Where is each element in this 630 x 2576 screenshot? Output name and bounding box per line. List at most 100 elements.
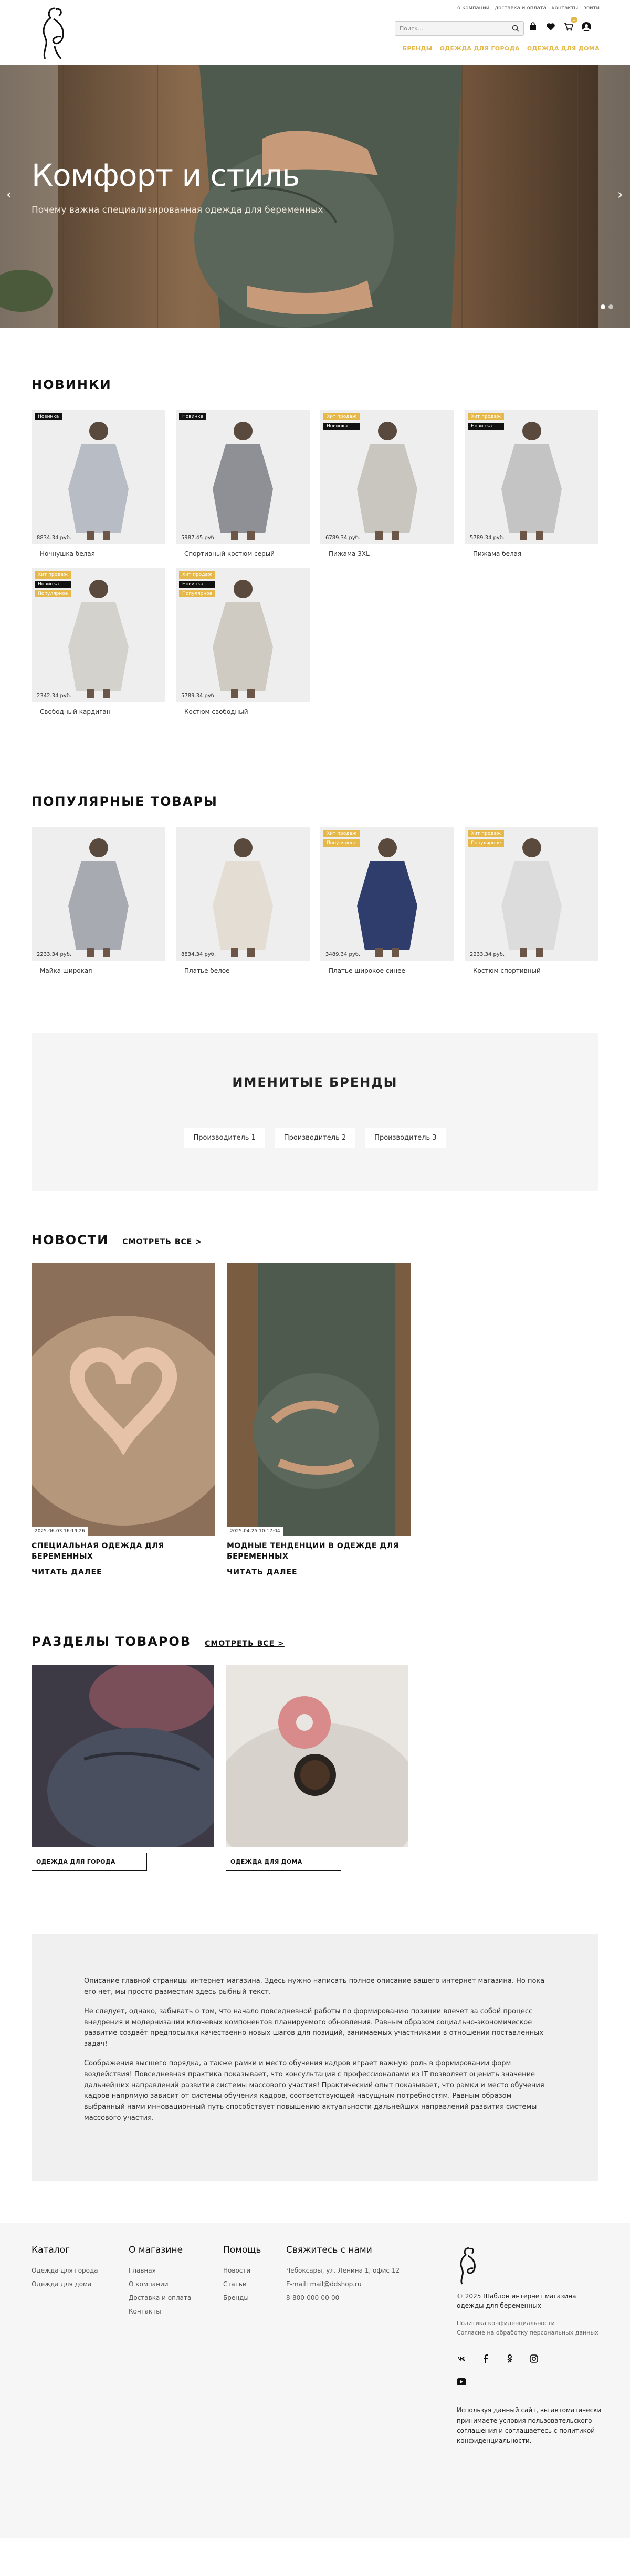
footer-link[interactable]: Доставка и оплата bbox=[129, 2294, 191, 2301]
product-price: 2342.34 руб. bbox=[37, 693, 72, 699]
footer-email[interactable]: E-mail: mail@ddshop.ru bbox=[286, 2280, 400, 2288]
product-card[interactable]: Хит продаж Популярное 2233.34 руб. Костюм… bbox=[465, 827, 598, 974]
category-card[interactable]: ОДЕЖДА ДЛЯ ДОМА bbox=[226, 1665, 408, 1871]
search-input[interactable]: Поиск... bbox=[395, 21, 524, 36]
footer-link[interactable]: Одежда для дома bbox=[32, 2280, 98, 2288]
odnoklassniki-icon[interactable] bbox=[505, 2354, 514, 2363]
product-name[interactable]: Пижама белая bbox=[465, 550, 598, 558]
nav-brands[interactable]: БРЕНДЫ bbox=[403, 45, 433, 52]
product-image[interactable]: 2233.34 руб. bbox=[32, 827, 165, 961]
user-icon[interactable] bbox=[581, 21, 592, 33]
product-image[interactable]: Хит продаж Популярное 3489.34 руб. bbox=[320, 827, 454, 961]
hero-title: Комфорт и стиль bbox=[32, 157, 300, 193]
nav-city-clothes[interactable]: ОДЕЖДА ДЛЯ ГОРОДА bbox=[440, 45, 520, 52]
heart-icon[interactable] bbox=[545, 21, 556, 33]
footer-col-title: Свяжитесь с нами bbox=[286, 2245, 372, 2256]
bag-icon[interactable] bbox=[527, 21, 539, 33]
product-image[interactable]: Хит продаж Новинка 5789.34 руб. bbox=[465, 410, 598, 544]
news-image[interactable]: 2025-04-25 10:17:04 bbox=[227, 1263, 411, 1536]
news-title[interactable]: МОДНЫЕ ТЕНДЕНЦИИ В ОДЕЖДЕ ДЛЯ БЕРЕМЕННЫХ bbox=[227, 1541, 411, 1562]
product-card[interactable]: Хит продаж Новинка Популярное 5789.34 руб.… bbox=[176, 568, 310, 716]
hero-dot-1[interactable] bbox=[601, 304, 605, 309]
product-image[interactable]: 8834.34 руб. bbox=[176, 827, 310, 961]
product-tag: Хит продаж bbox=[468, 413, 505, 420]
product-name[interactable]: Майка широкая bbox=[32, 967, 165, 974]
product-name[interactable]: Платье широкое синее bbox=[320, 967, 454, 974]
product-price: 5789.34 руб. bbox=[181, 693, 216, 699]
hero-dot-2[interactable] bbox=[608, 304, 613, 309]
toplink-about[interactable]: о компании bbox=[457, 5, 489, 11]
category-button[interactable]: ОДЕЖДА ДЛЯ ГОРОДА bbox=[32, 1853, 147, 1871]
facebook-icon[interactable] bbox=[481, 2354, 490, 2363]
product-tag: Популярное bbox=[468, 839, 505, 847]
news-card[interactable]: 2025-06-03 16:19:26 СПЕЦИАЛЬНАЯ ОДЕЖДА Д… bbox=[32, 1263, 215, 1576]
new-products-section: НОВИНКИ Новинка 8834.34 руб. Ночнушка бе… bbox=[32, 377, 598, 716]
toplink-delivery[interactable]: доставка и оплата bbox=[495, 5, 547, 11]
nav-home-clothes[interactable]: ОДЕЖДА ДЛЯ ДОМА bbox=[527, 45, 600, 52]
vk-icon[interactable] bbox=[457, 2354, 466, 2363]
footer-link[interactable]: Статьи bbox=[223, 2280, 261, 2288]
footer-link[interactable]: Новости bbox=[223, 2267, 261, 2274]
product-name[interactable]: Спортивный костюм серый bbox=[176, 550, 310, 558]
product-image[interactable]: Хит продаж Новинка 6789.34 руб. bbox=[320, 410, 454, 544]
footer-phone[interactable]: 8-800-000-00-00 bbox=[286, 2294, 400, 2301]
footer-link[interactable]: Одежда для города bbox=[32, 2267, 98, 2274]
hero-prev-icon[interactable]: ‹ bbox=[6, 187, 12, 203]
cart-icon[interactable]: 1 bbox=[563, 17, 578, 33]
categories-all-link[interactable]: СМОТРЕТЬ ВСЕ > bbox=[205, 1639, 285, 1648]
product-name[interactable]: Костюм свободный bbox=[176, 708, 310, 716]
product-name[interactable]: Свободный кардиган bbox=[32, 708, 165, 716]
footer-link[interactable]: Главная bbox=[129, 2267, 191, 2274]
footer-logo-icon[interactable] bbox=[457, 2245, 483, 2287]
search-icon[interactable] bbox=[512, 25, 519, 32]
brand-2[interactable]: Производитель 2 bbox=[274, 1128, 356, 1148]
brand-1[interactable]: Производитель 1 bbox=[184, 1128, 265, 1148]
product-image[interactable]: Хит продаж Популярное 2233.34 руб. bbox=[465, 827, 598, 961]
youtube-icon[interactable] bbox=[457, 2377, 466, 2386]
product-image[interactable]: Хит продаж Новинка Популярное 5789.34 руб. bbox=[176, 568, 310, 702]
category-card[interactable]: ОДЕЖДА ДЛЯ ГОРОДА bbox=[32, 1665, 214, 1871]
category-image[interactable] bbox=[32, 1665, 214, 1848]
product-name[interactable]: Ночнушка белая bbox=[32, 550, 165, 558]
news-title[interactable]: СПЕЦИАЛЬНАЯ ОДЕЖДА ДЛЯ БЕРЕМЕННЫХ bbox=[32, 1541, 215, 1562]
product-card[interactable]: 2233.34 руб. Майка широкая bbox=[32, 827, 165, 974]
product-name[interactable]: Платье белое bbox=[176, 967, 310, 974]
footer-link[interactable]: Контакты bbox=[129, 2308, 191, 2315]
toplink-contacts[interactable]: контакты bbox=[552, 5, 578, 11]
news-all-link[interactable]: СМОТРЕТЬ ВСЕ > bbox=[122, 1238, 202, 1246]
product-card[interactable]: 8834.34 руб. Платье белое bbox=[176, 827, 310, 974]
product-card[interactable]: Хит продаж Новинка 5789.34 руб. Пижама бе… bbox=[465, 410, 598, 558]
footer-link[interactable]: Бренды bbox=[223, 2294, 261, 2301]
logo-icon[interactable] bbox=[38, 4, 75, 62]
product-card[interactable]: Хит продаж Новинка 6789.34 руб. Пижама 3X… bbox=[320, 410, 454, 558]
hero-banner[interactable]: Комфорт и стиль Почему важна специализир… bbox=[0, 65, 630, 328]
news-read-more[interactable]: ЧИТАТЬ ДАЛЕЕ bbox=[227, 1568, 298, 1576]
product-card[interactable]: Новинка 5987.45 руб. Спортивный костюм с… bbox=[176, 410, 310, 558]
product-card[interactable]: Хит продаж Новинка Популярное 2342.34 руб.… bbox=[32, 568, 165, 716]
privacy-link[interactable]: Политика конфиденциальности bbox=[457, 2319, 604, 2328]
footer-link[interactable]: О компании bbox=[129, 2280, 191, 2288]
product-image[interactable]: Новинка 5987.45 руб. bbox=[176, 410, 310, 544]
product-photo bbox=[176, 410, 310, 544]
brand-3[interactable]: Производитель 3 bbox=[365, 1128, 446, 1148]
consent-link[interactable]: Согласие на обработку персональных данны… bbox=[457, 2328, 604, 2338]
product-name[interactable]: Пижама 3XL bbox=[320, 550, 454, 558]
product-name[interactable]: Костюм спортивный bbox=[465, 967, 598, 974]
category-button[interactable]: ОДЕЖДА ДЛЯ ДОМА bbox=[226, 1853, 341, 1871]
news-read-more[interactable]: ЧИТАТЬ ДАЛЕЕ bbox=[32, 1568, 102, 1576]
footer-col-help: Помощь Новости Статьи Бренды bbox=[223, 2245, 261, 2308]
product-image[interactable]: Новинка 8834.34 руб. bbox=[32, 410, 165, 544]
product-image[interactable]: Хит продаж Новинка Популярное 2342.34 руб. bbox=[32, 568, 165, 702]
news-image[interactable]: 2025-06-03 16:19:26 bbox=[32, 1263, 215, 1536]
instagram-icon[interactable] bbox=[529, 2354, 539, 2363]
category-image[interactable] bbox=[226, 1665, 408, 1848]
new-products-grid: Новинка 8834.34 руб. Ночнушка белая Нови… bbox=[32, 410, 598, 716]
description-paragraph: Описание главной страницы интернет магаз… bbox=[84, 1977, 545, 1996]
toplink-login[interactable]: войти bbox=[583, 5, 600, 11]
product-card[interactable]: Хит продаж Популярное 3489.34 руб. Платье… bbox=[320, 827, 454, 974]
top-links: о компании доставка и оплата контакты во… bbox=[457, 5, 600, 11]
hero-next-icon[interactable]: › bbox=[617, 187, 623, 203]
news-card[interactable]: 2025-04-25 10:17:04 МОДНЫЕ ТЕНДЕНЦИИ В О… bbox=[227, 1263, 411, 1576]
product-card[interactable]: Новинка 8834.34 руб. Ночнушка белая bbox=[32, 410, 165, 558]
brands-section: ИМЕНИТЫЕ БРЕНДЫ Производитель 1 Производ… bbox=[32, 1033, 598, 1191]
